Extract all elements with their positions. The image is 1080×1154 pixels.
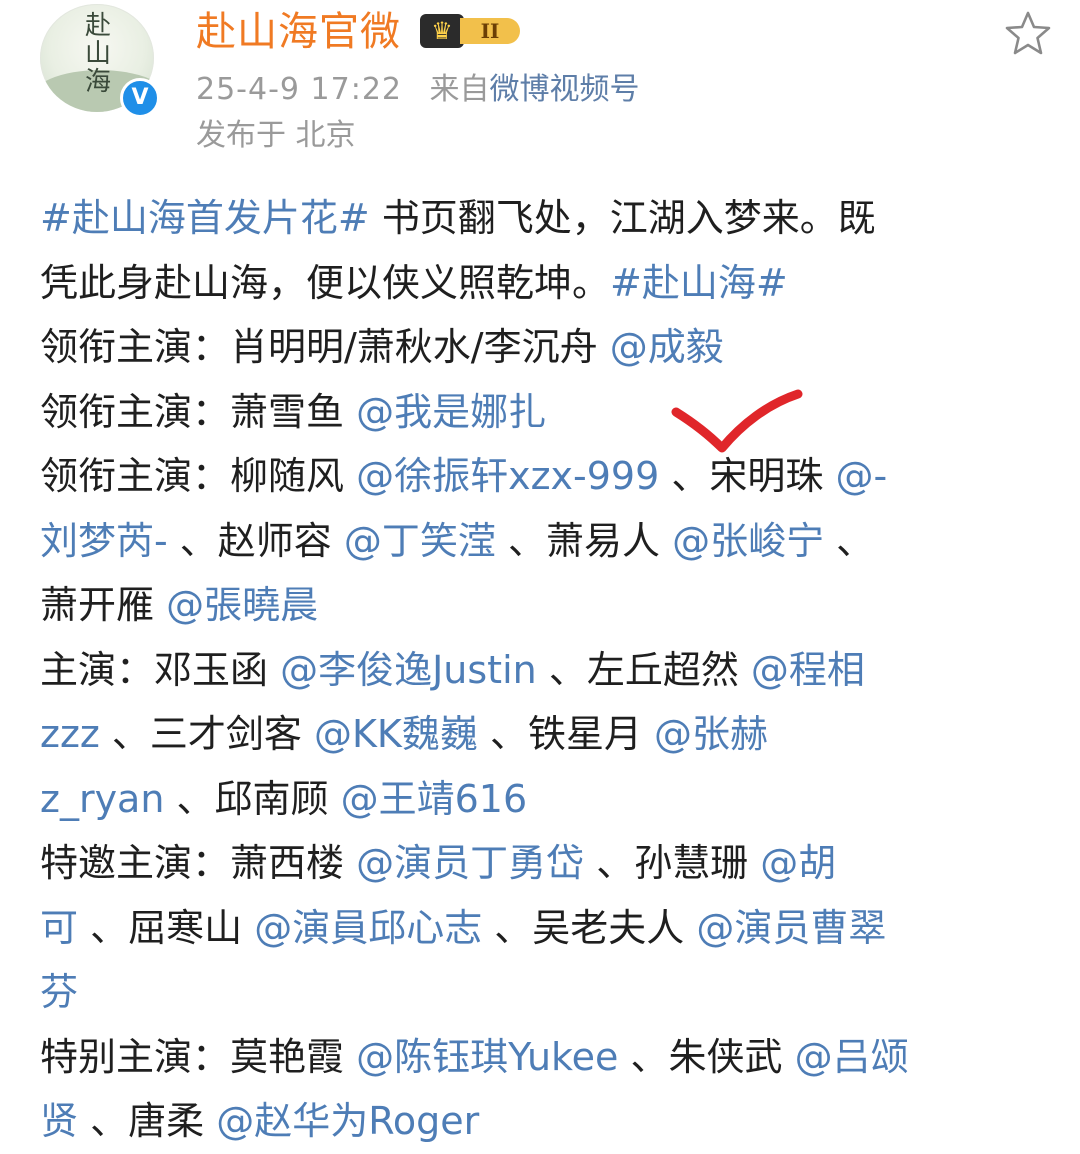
mention-link[interactable]: @徐振轩xzx-999 bbox=[356, 454, 659, 498]
post-text-segment: 、吴老夫人 bbox=[482, 905, 697, 950]
post-line: 特别主演：莫艳霞 @陈钰琪Yukee 、朱侠武 @吕颂 bbox=[40, 1025, 1050, 1090]
post-text-segment: 、三才剑客 bbox=[99, 712, 315, 756]
hashtag-link[interactable]: #赴山海# bbox=[610, 261, 788, 305]
source-link[interactable]: 微博视频号 bbox=[490, 72, 640, 107]
member-badge[interactable]: ♛ II bbox=[420, 14, 524, 48]
post-text-segment: 、铁星月 bbox=[477, 712, 655, 756]
post-location: 发布于 北京 bbox=[196, 118, 356, 153]
post-text-segment: 、孙慧珊 bbox=[584, 841, 761, 885]
post-text-segment: 领衔主演：肖明明/萧秋水/李沉舟 bbox=[40, 325, 610, 369]
post-line: 可 、屈寒山 @演員邱心志 、吴老夫人 @演员曹翠 bbox=[40, 896, 1050, 961]
post-text-segment: 特别主演：莫艳霞 bbox=[40, 1034, 357, 1079]
post-text-segment: 特邀主演：萧西楼 bbox=[40, 841, 357, 885]
post-line: #赴山海首发片花# 书页翻飞处，江湖入梦来。既 bbox=[40, 186, 1050, 251]
post-text-segment: 萧开雁 bbox=[40, 583, 167, 627]
mention-link[interactable]: @程相 bbox=[751, 648, 865, 692]
post-line: 芬 bbox=[40, 960, 1050, 1025]
red-checkmark-icon bbox=[671, 389, 803, 453]
post-text-segment: 、左丘超然 bbox=[536, 647, 751, 692]
mention-link[interactable]: @吕颂 bbox=[795, 1035, 909, 1079]
post-line: 萧开雁 @張曉晨 bbox=[40, 573, 1050, 638]
post-meta: 25-4-9 17:22 来自微博视频号 bbox=[196, 70, 640, 110]
post-text-segment: 领衔主演：萧雪鱼 bbox=[40, 389, 357, 434]
post-text-segment: 、 bbox=[824, 518, 875, 563]
mention-link[interactable]: @演员曹翠 bbox=[696, 906, 886, 950]
mention-link[interactable]: 贤 bbox=[40, 1099, 78, 1143]
crown-icon: ♛ bbox=[420, 14, 464, 48]
mention-link[interactable]: @KK魏巍 bbox=[314, 712, 478, 756]
mention-link[interactable]: @胡 bbox=[760, 841, 836, 885]
badge-level: II bbox=[460, 18, 520, 44]
post-line: 主演：邓玉函 @李俊逸Justin 、左丘超然 @程相 bbox=[40, 638, 1050, 703]
post-text-segment: 、赵师容 bbox=[167, 518, 344, 563]
post-line: 领衔主演：柳随风 @徐振轩xzx-999 、宋明珠 @- bbox=[40, 444, 1050, 509]
post-text-segment: 、屈寒山 bbox=[78, 905, 255, 950]
post-text-segment: 凭此身赴山海，便以侠义照乾坤。 bbox=[40, 260, 611, 305]
post-line: zzz 、三才剑客 @KK魏巍 、铁星月 @张赫 bbox=[40, 702, 1050, 767]
mention-link[interactable]: 芬 bbox=[40, 970, 78, 1014]
post-text-segment: 、宋明珠 bbox=[659, 454, 836, 498]
post-line: 贤 、唐柔 @赵华为Roger bbox=[40, 1089, 1050, 1154]
post-text-segment: 、邱南顾 bbox=[164, 776, 341, 821]
post-header: 赴山海 V 赴山海官微 ♛ II 25-4-9 17:22 来自微博视频号 发布… bbox=[0, 0, 1080, 165]
mention-link[interactable]: zzz bbox=[40, 712, 100, 756]
mention-link[interactable]: @张赫 bbox=[654, 712, 768, 756]
mention-link[interactable]: 刘梦芮- bbox=[40, 519, 168, 563]
post-text-segment: 书页翻飞处，江湖入梦来。既 bbox=[369, 196, 876, 240]
mention-link[interactable]: @張曉晨 bbox=[166, 583, 318, 627]
post-line: 特邀主演：萧西楼 @演员丁勇岱 、孙慧珊 @胡 bbox=[40, 831, 1050, 896]
post-line: 刘梦芮- 、赵师容 @丁笑滢 、萧易人 @张峻宁 、 bbox=[40, 509, 1050, 574]
verified-icon: V bbox=[120, 78, 160, 118]
post-line: 领衔主演：肖明明/萧秋水/李沉舟 @成毅 bbox=[40, 315, 1050, 380]
post-line: 领衔主演：萧雪鱼 @我是娜扎 bbox=[40, 380, 1050, 445]
post-time: 25-4-9 17:22 bbox=[196, 72, 402, 107]
mention-link[interactable]: @成毅 bbox=[610, 325, 724, 369]
mention-link[interactable]: @王靖616 bbox=[341, 777, 528, 821]
mention-link[interactable]: @演員邱心志 bbox=[254, 906, 482, 950]
post-line: z_ryan 、邱南顾 @王靖616 bbox=[40, 767, 1050, 832]
mention-link[interactable]: @演员丁勇岱 bbox=[356, 841, 584, 885]
star-outline-icon[interactable] bbox=[1002, 8, 1054, 60]
post-text-segment: 、萧易人 bbox=[495, 518, 673, 563]
mention-link[interactable]: @李俊逸Justin bbox=[280, 648, 537, 692]
mention-link[interactable]: @陈钰琪Yukee bbox=[356, 1035, 618, 1079]
post-line: 凭此身赴山海，便以侠义照乾坤。#赴山海# bbox=[40, 251, 1050, 316]
mention-link[interactable]: z_ryan bbox=[40, 777, 164, 821]
avatar-logo-text: 赴山海 bbox=[84, 11, 111, 97]
username[interactable]: 赴山海官微 bbox=[196, 6, 401, 58]
mention-link[interactable]: @丁笑滢 bbox=[344, 519, 496, 563]
mention-link[interactable]: @我是娜扎 bbox=[356, 390, 546, 434]
mention-link[interactable]: @- bbox=[835, 454, 887, 498]
mention-link[interactable]: @张峻宁 bbox=[672, 519, 824, 563]
post-text-segment: 领衔主演：柳随风 bbox=[40, 454, 357, 498]
mention-link[interactable]: 可 bbox=[40, 906, 78, 950]
post-text: #赴山海首发片花# 书页翻飞处，江湖入梦来。既 凭此身赴山海，便以侠义照乾坤。#赴… bbox=[40, 186, 1050, 1154]
hashtag-link[interactable]: #赴山海首发片花# bbox=[40, 196, 370, 240]
post-text-segment: 、唐柔 bbox=[78, 1099, 217, 1143]
mention-link[interactable]: @赵华为Roger bbox=[216, 1099, 479, 1143]
source-prefix: 来自 bbox=[429, 72, 490, 107]
post-text-segment: 、朱侠武 bbox=[618, 1034, 795, 1079]
post-text-segment: 主演：邓玉函 bbox=[40, 647, 281, 692]
